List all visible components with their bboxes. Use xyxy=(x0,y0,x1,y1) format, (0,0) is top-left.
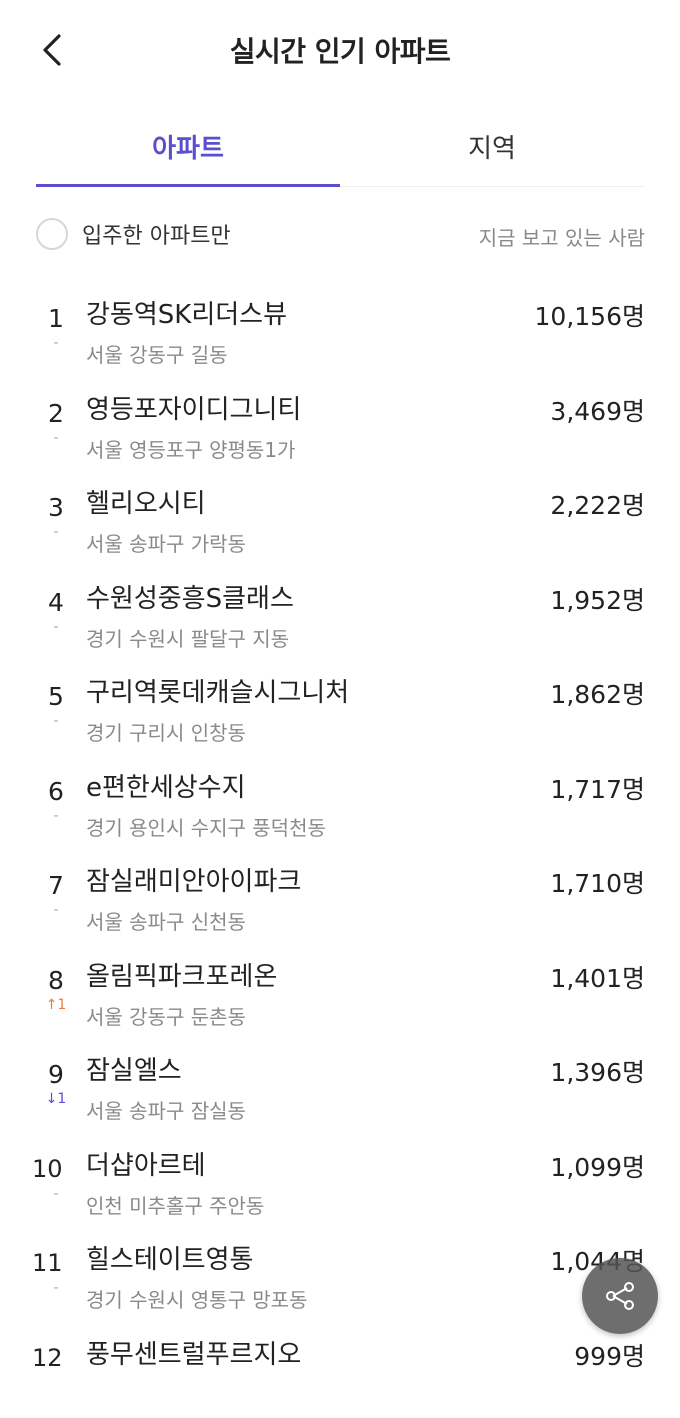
viewer-count: 1,099명 xyxy=(550,1148,645,1184)
apartment-name: 풍무센트럴푸르지오 xyxy=(86,1334,301,1371)
share-button[interactable] xyxy=(582,1258,658,1334)
rank-number: 10 xyxy=(32,1155,72,1183)
apartment-name: 잠실래미안아이파크 xyxy=(86,861,301,898)
apartment-location: 서울 강동구 길동 xyxy=(86,339,228,368)
share-icon xyxy=(603,1279,637,1313)
apartment-location: 경기 구리시 인창동 xyxy=(86,717,246,746)
apartment-name: 구리역롯데캐슬시그니처 xyxy=(86,672,349,709)
apartment-location: 서울 송파구 가락동 xyxy=(86,528,246,557)
apartment-location: 경기 용인시 수지구 풍덕천동 xyxy=(86,812,326,841)
ranking-row[interactable]: 8 ↑1 올림픽파크포레온서울 강동구 둔촌동 1,401명 xyxy=(36,946,645,1041)
rank-number: 6 xyxy=(36,777,76,806)
apartment-location: 인천 미추홀구 주안동 xyxy=(86,1190,264,1219)
viewer-count: 1,952명 xyxy=(550,581,645,617)
ranking-row[interactable]: 6 -e편한세상수지경기 용인시 수지구 풍덕천동 1,717명 xyxy=(36,757,645,852)
rank-number: 4 xyxy=(36,588,76,617)
radio-circle-icon[interactable] xyxy=(36,218,68,250)
apartment-location: 서울 강동구 둔촌동 xyxy=(86,1001,246,1030)
rank-number: 11 xyxy=(32,1249,72,1277)
rank-number: 5 xyxy=(36,682,76,711)
apartment-name: 헬리오시티 xyxy=(86,483,206,520)
viewer-count: 1,862명 xyxy=(550,675,645,711)
rank-number: 1 xyxy=(36,304,76,333)
rank-change: - xyxy=(36,902,76,918)
viewer-count: 10,156명 xyxy=(535,297,645,333)
tab-apartment[interactable]: 아파트 xyxy=(36,118,340,184)
viewer-count: 2,222명 xyxy=(550,486,645,522)
app-header: 실시간 인기 아파트 xyxy=(0,0,680,104)
active-tab-indicator xyxy=(36,184,340,187)
apartment-location: 경기 수원시 팔달구 지동 xyxy=(86,623,289,652)
ranking-row[interactable]: 10-더샵아르테인천 미추홀구 주안동1,099명 xyxy=(36,1135,645,1230)
apartment-name: 올림픽파크포레온 xyxy=(86,956,277,993)
rank-change: - xyxy=(36,430,76,446)
moved-in-only-label: 입주한 아파트만 xyxy=(82,218,231,250)
rank-change: - xyxy=(36,713,76,729)
ranking-list: 1-강동역SK리더스뷰서울 강동구 길동10,156명2-영등포자이디그니티서울… xyxy=(36,284,645,1418)
apartment-name: 수원성중흥S클래스 xyxy=(86,578,294,615)
rank-number: 7 xyxy=(36,871,76,900)
viewer-count: 1,401명 xyxy=(550,959,645,995)
rank-number: 2 xyxy=(36,399,76,428)
rank-change: - xyxy=(36,619,76,635)
viewer-count: 999명 xyxy=(574,1337,645,1373)
apartment-location: 서울 영등포구 양평동1가 xyxy=(86,434,295,463)
ranking-row[interactable]: 5 -구리역롯데캐슬시그니처경기 구리시 인창동 1,862명 xyxy=(36,662,645,757)
viewer-count: 1,717명 xyxy=(550,770,645,806)
apartment-location: 서울 송파구 신천동 xyxy=(86,906,246,935)
rank-change: - xyxy=(36,1280,76,1296)
rank-change: - xyxy=(36,1186,76,1202)
apartment-name: 힐스테이트영통 xyxy=(86,1239,253,1276)
viewer-count: 3,469명 xyxy=(550,392,645,428)
ranking-row[interactable]: 3 -헬리오시티서울 송파구 가락동 2,222명 xyxy=(36,473,645,568)
ranking-row[interactable]: 7 -잠실래미안아이파크서울 송파구 신천동 1,710명 xyxy=(36,851,645,946)
ranking-row[interactable]: 9 ↓1 잠실엘스서울 송파구 잠실동 1,396명 xyxy=(36,1040,645,1135)
tab-bar: 아파트 지역 xyxy=(36,118,645,187)
viewer-count: 1,396명 xyxy=(550,1053,645,1089)
moved-in-only-toggle[interactable]: 입주한 아파트만 xyxy=(36,218,231,250)
ranking-row[interactable]: 1 -강동역SK리더스뷰서울 강동구 길동 10,156명 xyxy=(36,284,645,379)
tab-region[interactable]: 지역 xyxy=(340,118,644,184)
rank-change: - xyxy=(36,335,76,351)
rank-change: - xyxy=(36,808,76,824)
apartment-name: 더샵아르테 xyxy=(86,1145,206,1182)
page-title: 실시간 인기 아파트 xyxy=(0,30,680,70)
rank-change: - xyxy=(36,524,76,540)
rank-number: 9 xyxy=(36,1060,76,1089)
viewers-column-caption: 지금 보고 있는 사람 xyxy=(479,222,645,251)
apartment-name: 잠실엘스 xyxy=(86,1050,182,1087)
filter-row: 입주한 아파트만 지금 보고 있는 사람 xyxy=(36,216,645,260)
ranking-row[interactable]: 11-힐스테이트영통경기 수원시 영통구 망포동1,044명 xyxy=(36,1229,645,1324)
rank-number: 12 xyxy=(32,1344,72,1372)
ranking-row[interactable]: 12풍무센트럴푸르지오999명 xyxy=(36,1324,645,1418)
apartment-location: 서울 송파구 잠실동 xyxy=(86,1095,246,1124)
apartment-name: 강동역SK리더스뷰 xyxy=(86,294,287,331)
rank-number: 8 xyxy=(36,966,76,995)
rank-change: ↓1 xyxy=(36,1091,76,1107)
rank-number: 3 xyxy=(36,493,76,522)
apartment-name: e편한세상수지 xyxy=(86,767,246,804)
ranking-row[interactable]: 2 -영등포자이디그니티서울 영등포구 양평동1가 3,469명 xyxy=(36,379,645,474)
apartment-name: 영등포자이디그니티 xyxy=(86,389,301,426)
ranking-row[interactable]: 4 -수원성중흥S클래스경기 수원시 팔달구 지동 1,952명 xyxy=(36,568,645,663)
rank-change: ↑1 xyxy=(36,997,76,1013)
apartment-location: 경기 수원시 영통구 망포동 xyxy=(86,1284,307,1313)
viewer-count: 1,710명 xyxy=(550,864,645,900)
